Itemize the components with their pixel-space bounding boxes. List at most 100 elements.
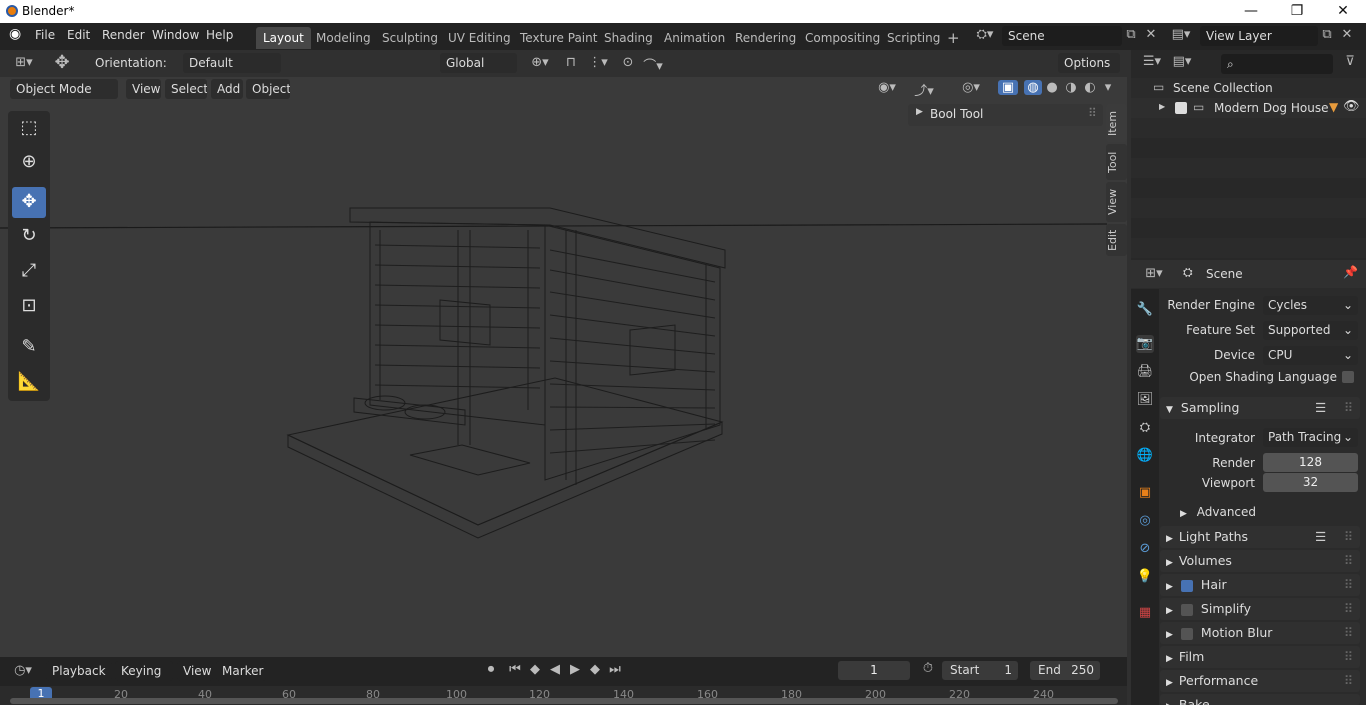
3d-viewport[interactable] (0, 50, 1127, 657)
tool-tab-icon[interactable]: 🔧 (1136, 301, 1154, 319)
restore-button[interactable]: ❐ (1274, 0, 1320, 23)
tab-uv-editing[interactable]: UV Editing (441, 27, 518, 49)
menu-render[interactable]: Render (102, 28, 145, 42)
material-shading-icon[interactable]: ◑ (1062, 80, 1080, 95)
sampling-section[interactable]: ▼ Sampling ☰ ⠿ (1160, 397, 1360, 419)
render-samples-field[interactable]: 128 (1263, 453, 1358, 472)
move-tool-icon[interactable]: ✥ (12, 187, 46, 218)
camera-restrict-icon[interactable]: ▼ (1329, 100, 1338, 114)
pivot-point-icon[interactable]: ⊕▾ (525, 55, 555, 70)
motion-blur-checkbox[interactable] (1180, 627, 1193, 640)
menu-select[interactable]: Select (165, 79, 207, 99)
select-box-tool-icon[interactable]: ⬚ (12, 113, 46, 144)
close-button[interactable]: ✕ (1320, 0, 1366, 23)
tab-layout[interactable]: Layout (256, 27, 311, 49)
record-icon[interactable]: ⏺ (482, 662, 500, 677)
viewport-samples-field[interactable]: 32 (1263, 473, 1358, 492)
rotate-tool-icon[interactable]: ↻ (12, 221, 46, 252)
drag-handle-icon[interactable]: ⠿ (1344, 397, 1353, 419)
tab-item[interactable]: Item (1106, 104, 1127, 142)
timeline-view-menu[interactable]: View (177, 661, 213, 681)
scene-browse-icon[interactable]: ⛭▾ (972, 27, 998, 42)
blender-menu-icon[interactable]: ◉ (9, 26, 21, 42)
menu-edit[interactable]: Edit (67, 28, 90, 42)
scale-tool-icon[interactable]: ⤢ (12, 256, 46, 287)
options-dropdown[interactable]: Options (1058, 53, 1120, 73)
xray-toggle-icon[interactable]: ▣ (998, 80, 1018, 95)
simplify-section[interactable]: ▶ Simplify ⠿ (1160, 598, 1360, 620)
film-section[interactable]: ▶ Film ⠿ (1160, 646, 1360, 668)
timeline-scrollbar[interactable] (10, 698, 1118, 704)
outliner-row-collection[interactable]: ▭ Scene Collection (1131, 78, 1366, 98)
drag-handle-icon[interactable]: ⠿ (1344, 550, 1353, 572)
scene-field[interactable]: Scene (1002, 26, 1122, 46)
drag-handle-icon[interactable]: ⠿ (1344, 646, 1353, 668)
outliner-row-item[interactable]: ▶ ▭ Modern Dog House ▼ 👁 (1131, 98, 1366, 118)
output-tab-icon[interactable]: 🖨 (1136, 363, 1154, 381)
current-frame-field[interactable]: 1 (838, 661, 910, 680)
marker-menu[interactable]: Marker (216, 661, 266, 681)
feature-set-dropdown[interactable]: Supported ⌄ (1263, 321, 1358, 340)
menu-view[interactable]: View (126, 79, 161, 99)
play-reverse-icon[interactable]: ◀ (546, 662, 564, 677)
hair-checkbox[interactable] (1180, 579, 1193, 592)
menu-file[interactable]: File (35, 28, 55, 42)
measure-tool-icon[interactable]: 📐 (12, 367, 46, 398)
outliner-search-input[interactable]: ⌕ (1221, 54, 1333, 74)
annotate-tool-icon[interactable]: ✎ (12, 332, 46, 363)
delete-view-layer-icon[interactable]: ✕ (1338, 27, 1356, 42)
play-icon[interactable]: ▶ (566, 662, 584, 677)
orientation-dropdown[interactable]: Default (183, 53, 281, 73)
keying-menu[interactable]: Keying (115, 661, 173, 681)
properties-editor-icon[interactable]: ⊞▾ (1141, 266, 1167, 281)
frame-ruler[interactable]: 1 20 40 60 80 100 120 140 160 180 200 22… (0, 686, 1127, 705)
tab-scripting[interactable]: Scripting (880, 27, 947, 49)
texture-tab-icon[interactable]: ▦ (1136, 604, 1154, 622)
transform-orientation-dropdown[interactable]: Global (440, 53, 517, 73)
tab-shading[interactable]: Shading (597, 27, 660, 49)
playback-menu[interactable]: Playback (46, 661, 112, 681)
tab-rendering[interactable]: Rendering (728, 27, 803, 49)
add-workspace-button[interactable]: + (940, 27, 967, 49)
shading-options-icon[interactable]: ▾ (1101, 80, 1115, 95)
object-data-tab-icon[interactable]: 💡 (1136, 568, 1154, 586)
performance-section[interactable]: ▶ Performance ⠿ (1160, 670, 1360, 692)
display-mode-icon[interactable]: ▤▾ (1169, 54, 1195, 69)
hair-section[interactable]: ▶ Hair ⠿ (1160, 574, 1360, 596)
advanced-subpanel[interactable]: ▶ Advanced (1178, 505, 1358, 523)
proportional-edit-icon[interactable]: ⊙ (618, 55, 638, 70)
menu-add[interactable]: Add (211, 79, 243, 99)
drag-handle-icon[interactable]: ⠿ (1344, 574, 1353, 596)
jump-end-icon[interactable]: ⏭ (606, 662, 624, 677)
start-frame-field[interactable]: Start 1 (942, 661, 1018, 680)
minimize-button[interactable]: — (1228, 0, 1274, 23)
snap-mode-icon[interactable]: ⋮▾ (583, 55, 613, 70)
eye-icon[interactable]: 👁 (1343, 99, 1360, 114)
view-layer-browse-icon[interactable]: ▤▾ (1168, 27, 1194, 42)
world-tab-icon[interactable]: 🌐 (1136, 447, 1154, 465)
end-frame-field[interactable]: End 250 (1030, 661, 1100, 680)
tab-sculpting[interactable]: Sculpting (375, 27, 445, 49)
move-gizmo-icon[interactable]: ✥ (50, 52, 74, 73)
filter-icon[interactable]: ⊽ (1339, 54, 1361, 69)
checkbox-icon[interactable] (1175, 102, 1187, 114)
simplify-checkbox[interactable] (1180, 603, 1193, 616)
tab-modeling[interactable]: Modeling (309, 27, 378, 49)
object-tab-icon[interactable]: ▣ (1136, 484, 1154, 502)
editor-type-icon[interactable]: ⊞▾ (9, 55, 39, 70)
scene-tab-icon[interactable]: ⛭ (1136, 419, 1154, 437)
tab-compositing[interactable]: Compositing (798, 27, 887, 49)
pin-icon[interactable]: 📌 (1343, 265, 1358, 279)
menu-window[interactable]: Window (152, 28, 199, 42)
tab-edit[interactable]: Edit (1106, 224, 1127, 256)
overlay-icon[interactable]: ◎▾ (952, 80, 990, 95)
tab-animation[interactable]: Animation (657, 27, 732, 49)
tab-view[interactable]: View (1106, 182, 1127, 222)
osl-checkbox[interactable] (1342, 371, 1354, 383)
outliner-editor-icon[interactable]: ☰▾ (1139, 54, 1165, 69)
falloff-icon[interactable]: ⌒▾ (638, 55, 668, 74)
drag-handle-icon[interactable]: ⠿ (1344, 670, 1353, 692)
stopwatch-icon[interactable]: ⏱ (918, 661, 938, 676)
drag-handle-icon[interactable]: ⠿ (1344, 622, 1353, 644)
wireframe-shading-icon[interactable]: ◍ (1024, 80, 1042, 95)
